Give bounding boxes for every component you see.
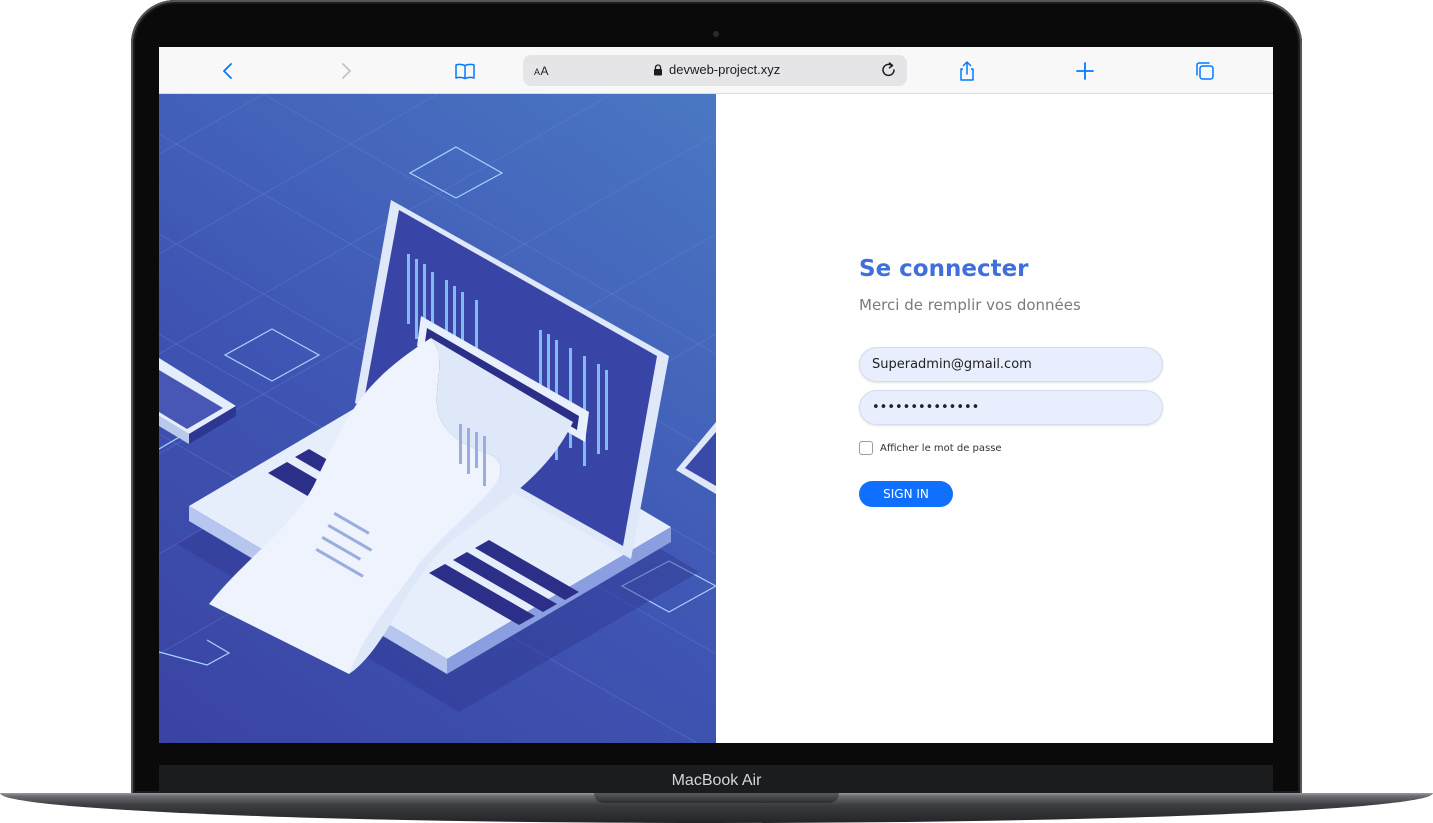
chevron-left-icon[interactable]: [216, 59, 240, 83]
book-icon[interactable]: [453, 59, 477, 83]
lock-icon: [654, 63, 662, 75]
login-subtitle: Merci de remplir vos données: [859, 296, 1081, 314]
share-icon[interactable]: [955, 59, 979, 83]
chevron-right-icon[interactable]: [334, 59, 358, 83]
reload-icon[interactable]: [879, 60, 899, 80]
login-title: Se connecter: [859, 256, 1029, 282]
tabs-icon[interactable]: [1193, 59, 1217, 83]
url-text[interactable]: devweb-project.xyz: [669, 62, 780, 77]
screen: AA devweb-project.xyz Se connecter Merci…: [159, 47, 1273, 743]
model-label: MacBook Air: [671, 772, 762, 789]
login-panel: Se connecter Merci de remplir vos donnée…: [716, 94, 1273, 743]
address-bar[interactable]: AA devweb-project.xyz: [523, 55, 907, 86]
laptop-receipt-illustration: [159, 94, 716, 743]
diamond-shape: [408, 146, 504, 199]
sign-in-button[interactable]: SIGN IN: [859, 481, 953, 507]
hero-illustration: [159, 94, 716, 743]
show-password-label: Afficher le mot de passe: [880, 442, 1002, 454]
show-password-checkbox[interactable]: [859, 441, 873, 455]
show-password-toggle[interactable]: Afficher le mot de passe: [859, 441, 1002, 455]
laptop-notch: [594, 793, 839, 803]
email-field[interactable]: [859, 347, 1163, 382]
camera-icon: [713, 31, 719, 37]
browser-toolbar: AA devweb-project.xyz: [159, 47, 1273, 94]
text-size-button[interactable]: AA: [534, 64, 549, 78]
password-field[interactable]: [859, 390, 1163, 425]
plus-icon[interactable]: [1073, 59, 1097, 83]
